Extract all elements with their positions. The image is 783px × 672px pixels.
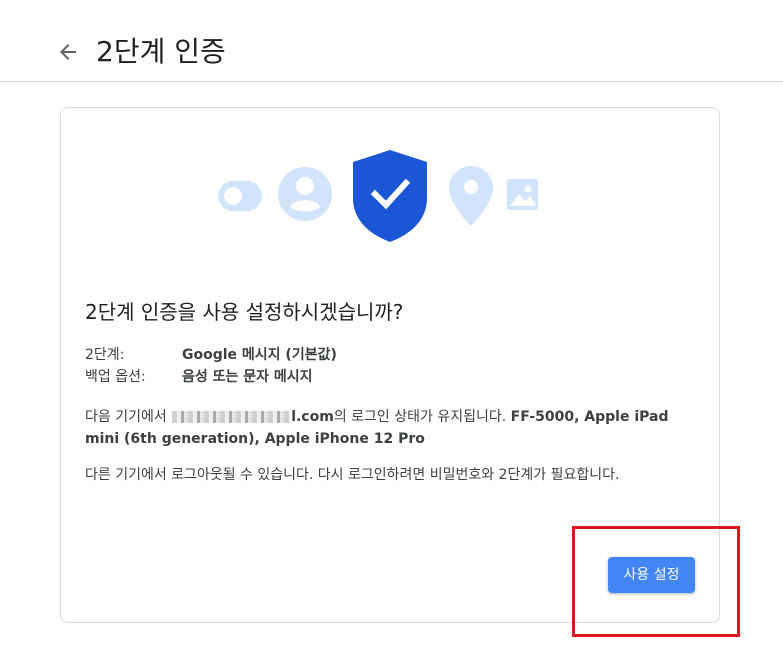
arrow-left-icon — [60, 44, 76, 60]
page-title: 2단계 인증 — [96, 35, 226, 68]
confirmation-title: 2단계 인증을 사용 설정하시겠습니까? — [85, 300, 404, 324]
devices-list-line2: mini (6th generation), Apple iPhone 12 P… — [85, 431, 425, 447]
location-pin-icon — [449, 166, 493, 226]
devices-text-after: 의 로그인 상태가 유지됩니다. — [333, 409, 507, 425]
redacted-email — [172, 411, 291, 423]
info-label: 백업 옵션: — [85, 369, 146, 385]
enable-button[interactable]: 사용 설정 — [608, 557, 695, 593]
account-icon — [278, 167, 332, 221]
security-illustration — [218, 150, 538, 242]
info-value: Google 메시지 (기본값) — [182, 347, 337, 363]
devices-list-line1: FF-5000, Apple iPad — [510, 409, 669, 425]
back-button[interactable] — [56, 40, 80, 64]
devices-paragraph: 다음 기기에서 l.com의 로그인 상태가 유지됩니다. FF-5000, A… — [85, 406, 695, 450]
image-icon — [507, 179, 538, 210]
info-label: 2단계: — [85, 347, 125, 363]
shield-check-icon — [353, 150, 427, 242]
page-header: 2단계 인증 — [0, 0, 783, 82]
logout-note: 다른 기기에서 로그아웃될 수 있습니다. 다시 로그인하려면 비밀번호와 2단… — [85, 467, 620, 483]
toggle-icon — [218, 181, 262, 211]
confirmation-card: 2단계 인증을 사용 설정하시겠습니까? 2단계: Google 메시지 (기본… — [60, 107, 720, 623]
devices-text-before: 다음 기기에서 — [85, 409, 167, 425]
info-value: 음성 또는 문자 메시지 — [182, 369, 313, 385]
email-suffix: l.com — [291, 409, 334, 425]
